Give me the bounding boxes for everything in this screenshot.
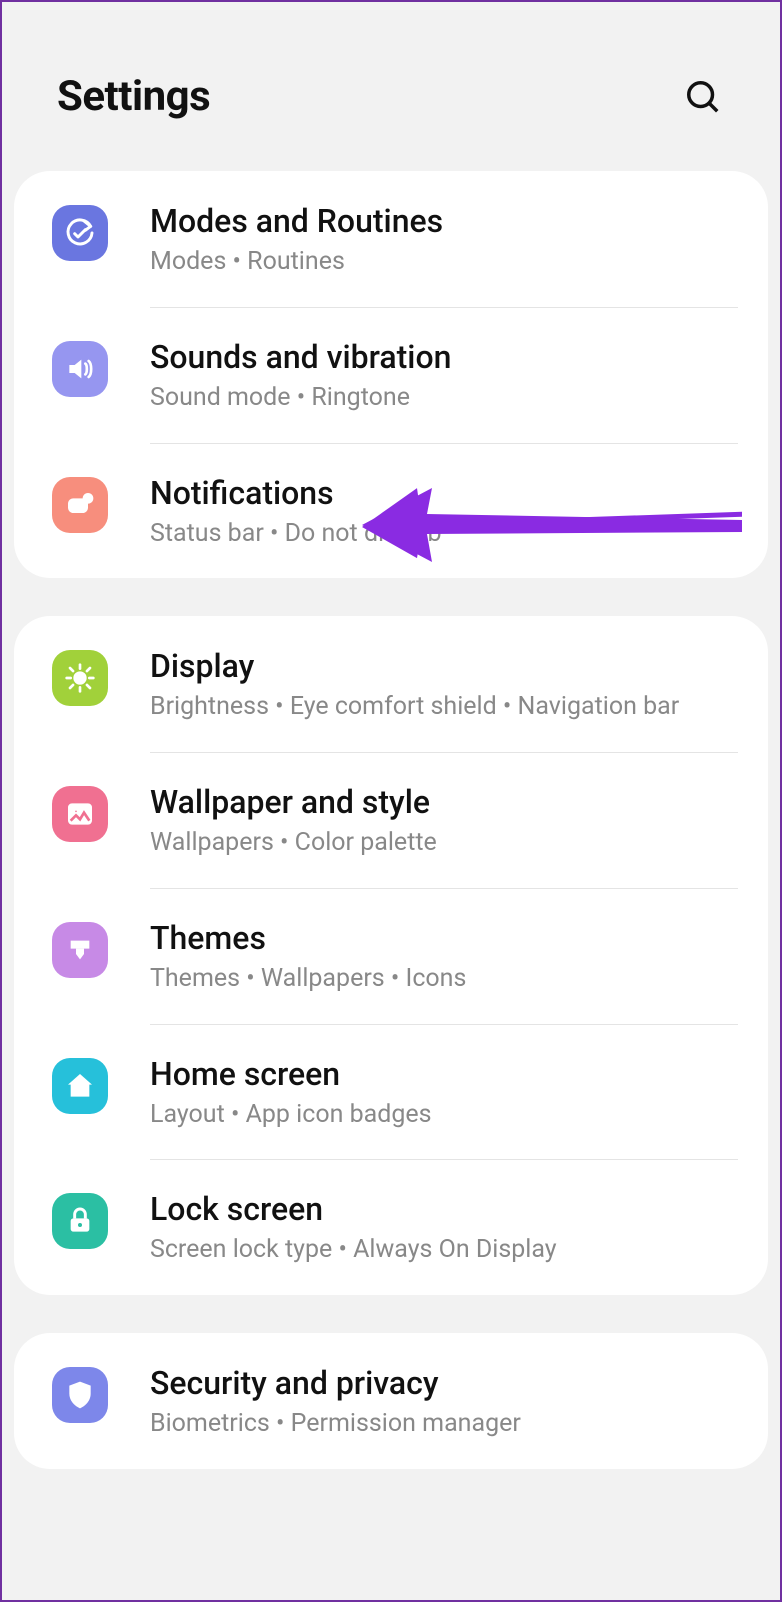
page-title: Settings [57,72,210,121]
home-icon [52,1058,108,1114]
row-subtitle: Themes • Wallpapers • Icons [150,962,738,996]
settings-row-modes-routines[interactable]: Modes and Routines Modes • Routines [14,171,768,307]
row-title: Security and privacy [150,1363,738,1403]
check-refresh-icon [52,205,108,261]
settings-row-notifications[interactable]: Notifications Status bar • Do not distur… [14,443,768,579]
row-subtitle: Biometrics • Permission manager [150,1407,738,1441]
settings-row-sounds-vibration[interactable]: Sounds and vibration Sound mode • Ringto… [14,307,768,443]
row-subtitle: Layout • App icon badges [150,1098,738,1132]
settings-row-themes[interactable]: Themes Themes • Wallpapers • Icons [14,888,768,1024]
row-subtitle: Modes • Routines [150,245,738,279]
lock-icon [52,1193,108,1249]
brush-icon [52,922,108,978]
row-title: Themes [150,918,738,958]
settings-group-2: Display Brightness • Eye comfort shield … [14,616,768,1295]
settings-row-wallpaper-style[interactable]: Wallpaper and style Wallpapers • Color p… [14,752,768,888]
row-title: Wallpaper and style [150,782,738,822]
image-icon [52,786,108,842]
row-subtitle: Wallpapers • Color palette [150,826,738,860]
row-title: Sounds and vibration [150,337,738,377]
settings-row-lock-screen[interactable]: Lock screen Screen lock type • Always On… [14,1159,768,1295]
row-subtitle: Sound mode • Ringtone [150,381,738,415]
row-subtitle: Brightness • Eye comfort shield • Naviga… [150,690,738,724]
row-title: Display [150,646,738,686]
row-title: Modes and Routines [150,201,738,241]
row-title: Home screen [150,1054,738,1094]
settings-row-display[interactable]: Display Brightness • Eye comfort shield … [14,616,768,752]
sun-icon [52,650,108,706]
notification-icon [52,477,108,533]
row-title: Lock screen [150,1189,738,1229]
shield-icon [52,1367,108,1423]
speaker-icon [52,341,108,397]
settings-group-3: Security and privacy Biometrics • Permis… [14,1333,768,1469]
search-button[interactable] [681,75,725,119]
search-icon [684,78,722,116]
row-subtitle: Screen lock type • Always On Display [150,1233,738,1267]
row-title: Notifications [150,473,738,513]
settings-row-security-privacy[interactable]: Security and privacy Biometrics • Permis… [14,1333,768,1469]
row-subtitle: Status bar • Do not disturb [150,517,738,551]
settings-row-home-screen[interactable]: Home screen Layout • App icon badges [14,1024,768,1160]
settings-group-1: Modes and Routines Modes • Routines Soun… [14,171,768,578]
settings-header: Settings [2,2,780,171]
